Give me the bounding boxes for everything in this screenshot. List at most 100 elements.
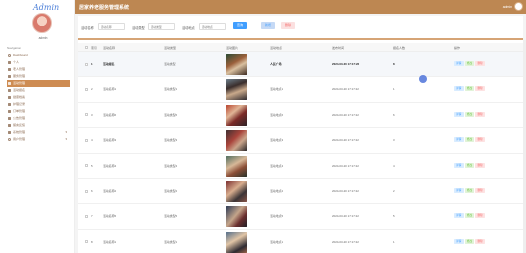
delete-row-button[interactable]: 删除 [475,61,485,66]
activity-image[interactable] [226,206,247,228]
edit-button[interactable]: 修改 [464,137,475,143]
edit-button[interactable]: 修改 [464,238,475,244]
row-checkbox[interactable] [85,164,88,168]
delete-row-button[interactable]: 删除 [475,162,485,168]
place-search-input[interactable] [199,23,226,30]
col-place[interactable]: 活动地点 [270,46,282,50]
activity-image[interactable] [226,79,247,101]
col-image[interactable]: 活动图片 [226,46,238,50]
activity-image[interactable] [226,54,247,75]
sidebar-item-dashboard[interactable]: Dashboard [7,52,70,59]
edit-button[interactable]: 修改 [464,111,475,117]
table-row[interactable]: 5 活动名称4 活动类型4 活动地点4 2024-03-20 17:17:22 4 详情 修改… [78,154,523,179]
sidebar-item-label: Dashboard [13,53,28,57]
row-checkbox[interactable] [85,214,88,218]
table-row[interactable]: 7 活动名称5 活动类型5 活动地点5 2024-03-20 17:17:22 5 详情 修改… [78,204,523,230]
table-row[interactable]: 3 活动名称6 活动类型6 活动地点6 2024-03-20 17:17:22 6 详情 修改… [78,103,523,129]
cell-time: 2024-03-20 17:17:22 [332,214,359,219]
activity-image[interactable] [226,155,247,177]
search-button[interactable]: 查询 [233,22,247,29]
edit-button[interactable]: 修改 [464,61,475,66]
detail-button[interactable]: 详情 [454,111,464,117]
row-checkbox[interactable] [85,240,88,244]
cell-place: 人民广场 [270,62,282,66]
delete-row-button[interactable]: 删除 [475,137,485,143]
user-avatar[interactable] [514,2,523,11]
row-checkbox[interactable] [85,62,88,66]
sidebar-item-orders[interactable]: 订单管理 [7,108,70,115]
sidebar-item-messages[interactable]: 留言反馈 [7,122,70,129]
edit-button[interactable]: 修改 [464,213,475,219]
admin-label[interactable]: admin [503,5,512,9]
table-row[interactable]: 6 活动名称2 活动类型2 活动地点2 2024-03-20 17:17:22 2 详情 修改… [78,179,523,205]
health-icon [8,96,11,99]
users-icon [8,68,11,71]
select-all-checkbox[interactable] [85,45,88,49]
sidebar-item-notices[interactable]: 公告管理 [7,115,70,122]
activity-icon [8,82,11,85]
delete-row-button[interactable]: 删除 [475,86,485,92]
sidebar-item-label: 活动管理 [13,81,26,85]
detail-button[interactable]: 详情 [454,188,464,193]
table-row[interactable]: 2 活动名称1 活动类型1 活动地点1 2024-03-20 17:17:22 1 详情 修改… [78,77,523,103]
activity-table: 索引 活动名称 活动类型 活动图片 活动地点 发布时间 报名人数 操作 1 活动报… [78,40,523,253]
cell-name: 活动名称3 [103,138,117,143]
sidebar-item-services[interactable]: 服务管理 [7,73,70,80]
place-label: 活动地点 [182,26,195,30]
table-row[interactable]: 4 活动名称3 活动类型3 活动地点3 2024-03-20 17:17:22 3 详情 修改… [78,128,523,154]
activity-image[interactable] [226,130,247,152]
cell-time: 2024-03-20 17:17:22 [332,189,359,193]
table-row[interactable]: 8 活动名称1 活动类型1 活动地点1 2024-03-20 17:17:22 1 详情 修改… [78,230,523,253]
detail-button[interactable]: 详情 [454,61,464,66]
col-count[interactable]: 报名人数 [393,46,405,50]
sidebar-item-health[interactable]: 健康档案 [7,94,70,101]
activity-image[interactable] [226,104,247,126]
col-ops: 操作 [454,46,461,50]
table-row[interactable]: 1 活动报名 活动类型 人民广场 2024-03-20 17:17:22 8 详情 修改 删除 [78,52,523,78]
service-icon [8,75,11,78]
delete-row-button[interactable]: 删除 [475,238,485,244]
row-checkbox[interactable] [85,189,88,193]
col-name[interactable]: 活动名称 [103,46,115,50]
cell-count: 1 [393,239,395,244]
detail-button[interactable]: 详情 [454,238,464,244]
col-type[interactable]: 活动类型 [164,46,176,50]
sidebar-item-system[interactable]: 系统管理 ▾ [7,129,70,136]
detail-button[interactable]: 详情 [454,162,464,168]
cell-time: 2024-03-20 17:17:22 [332,163,359,168]
sidebar-item-person[interactable]: 个人 [7,59,70,66]
row-checkbox[interactable] [85,87,88,91]
add-button[interactable]: 新增 [261,22,275,29]
sidebar-item-users[interactable]: 用户管理 ▾ [7,136,70,143]
name-search-input[interactable] [98,23,125,30]
delete-row-button[interactable]: 删除 [475,213,485,219]
edit-button[interactable]: 修改 [464,86,475,92]
sidebar-item-elders[interactable]: 老人管理 [7,66,70,73]
avatar[interactable] [32,13,52,33]
sidebar-item-activities[interactable]: 活动管理 [7,80,70,87]
edit-button[interactable]: 修改 [464,162,475,168]
delete-button[interactable]: 删除 [281,22,295,29]
cell-type: 活动类型2 [164,189,178,193]
edit-button[interactable]: 修改 [464,188,475,193]
activity-image[interactable] [226,181,247,202]
delete-row-button[interactable]: 删除 [475,111,485,117]
delete-row-button[interactable]: 删除 [475,188,485,193]
cell-index: 1 [91,62,93,66]
type-search-input[interactable] [148,23,175,30]
detail-button[interactable]: 详情 [454,86,464,92]
detail-button[interactable]: 详情 [454,137,464,143]
cell-name: 活动名称2 [103,189,117,193]
row-checkbox[interactable] [85,113,88,117]
settings-icon [8,131,11,134]
sidebar-item-care[interactable]: 护理记录 [7,101,70,108]
row-checkbox[interactable] [85,138,88,142]
detail-button[interactable]: 详情 [454,213,464,219]
chevron-down-icon: ▾ [65,130,67,134]
col-time[interactable]: 发布时间 [332,46,344,50]
sidebar-item-signup[interactable]: 活动报名 [7,87,70,94]
row-actions: 详情 修改 删除 [454,86,485,92]
row-actions: 详情 修改 删除 [454,238,485,244]
activity-image[interactable] [226,231,247,253]
cell-index: 7 [91,214,93,219]
